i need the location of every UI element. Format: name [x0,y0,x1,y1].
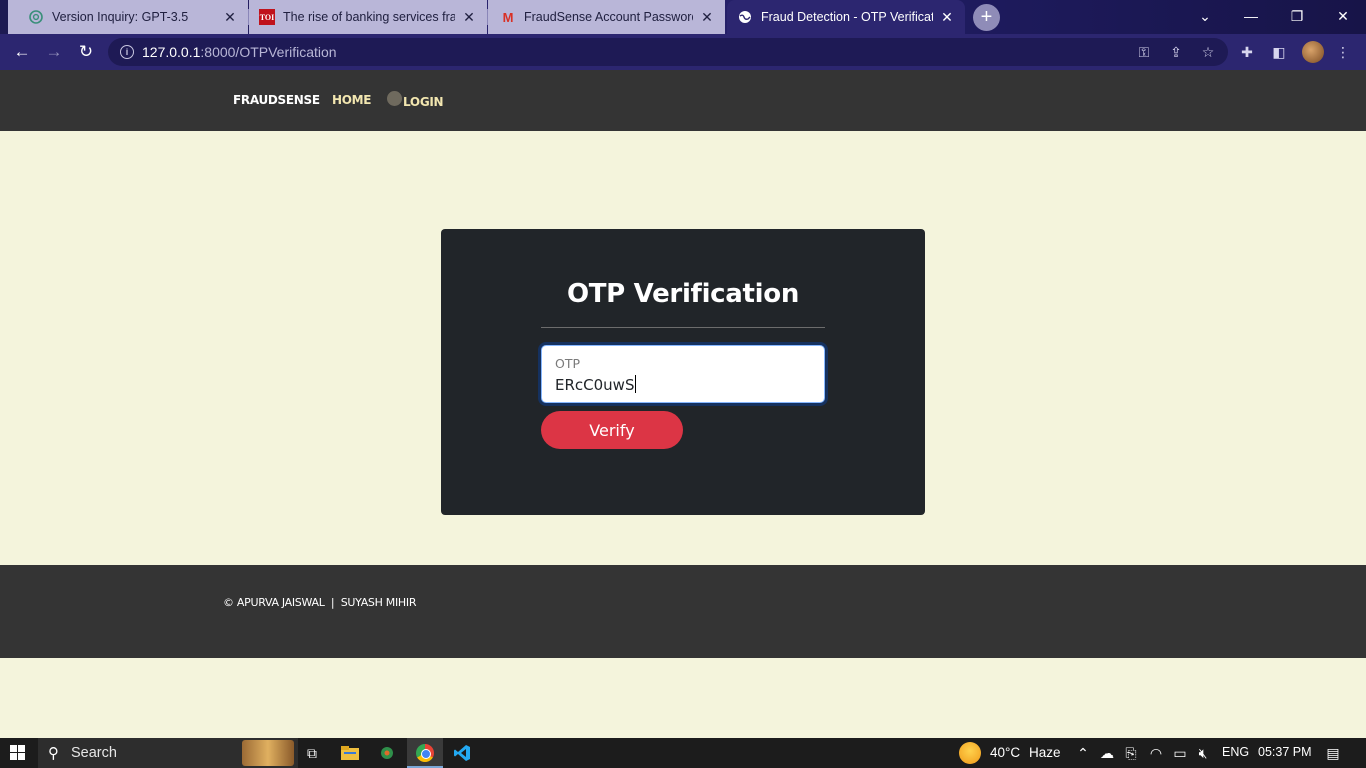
close-tab-icon[interactable]: ✕ [222,9,238,26]
otp-card: OTP Verification OTP ERcC0uwS Verify [441,229,925,515]
battery-icon[interactable]: ▭ [1170,743,1190,763]
chrome-icon[interactable] [415,743,435,763]
site-navbar: FRAUDSENSE HOME LOGIN [0,70,1366,131]
address-bar[interactable]: i 127.0.0.1:8000/OTPVerification [108,38,1228,66]
vscode-icon[interactable] [452,743,472,763]
tab-title: Version Inquiry: GPT-3.5 [52,10,189,24]
windows-start-icon[interactable] [10,745,26,761]
site-footer: © APURVA JAISWAL | SUYASH MIHIR [0,565,1366,658]
weather-desc[interactable]: Haze [1029,745,1061,760]
close-tab-icon[interactable]: ✕ [699,9,715,26]
tab-otp-verification[interactable]: Fraud Detection - OTP Verification ✕ [727,0,965,34]
close-window-icon[interactable]: ✕ [1320,0,1366,32]
key-icon[interactable]: ⚿ [1134,42,1154,62]
file-explorer-icon[interactable] [340,743,360,763]
divider [541,327,825,328]
new-tab-button[interactable]: + [973,4,1000,31]
url-host: 127.0.0.1 [142,44,201,60]
language-indicator[interactable]: ENG [1222,745,1249,759]
volume-muted-icon[interactable]: 🔇︎ [1193,743,1213,763]
verify-button[interactable]: Verify [541,411,683,449]
tab-search-icon[interactable]: ⌄ [1182,0,1228,32]
home-link[interactable]: HOME [332,93,371,107]
tab-version-inquiry[interactable]: Version Inquiry: GPT-3.5 ✕ [8,0,248,34]
login-link[interactable]: LOGIN [403,95,444,109]
task-view-icon[interactable]: ⧉ [302,743,322,763]
reload-icon[interactable]: ↻ [72,38,100,66]
otp-value: ERcC0uwS [555,375,637,394]
tab-title: FraudSense Account Password Reset [524,10,693,24]
search-icon: ⚲ [48,745,59,762]
onedrive-icon[interactable]: ☁ [1097,743,1117,763]
text-caret [635,375,637,393]
bookmark-star-icon[interactable]: ☆ [1198,42,1218,62]
site-info-icon[interactable]: i [120,45,134,59]
gmail-icon: M [502,9,514,25]
clock[interactable]: 05:37 PM [1258,745,1312,759]
toi-icon: TOI [259,9,275,25]
notifications-icon[interactable]: ▤ [1323,743,1343,763]
restore-icon[interactable]: ❐ [1274,0,1320,32]
footer-credits: © APURVA JAISWAL | SUYASH MIHIR [223,596,417,609]
forward-icon[interactable]: → [40,38,68,66]
taskbar: ⚲ Search ⧉ 40°C Haze ⌃ ☁ ⎘ ◠ ▭ 🔇︎ ENG 05… [0,738,1366,768]
close-tab-icon[interactable]: ✕ [939,9,955,26]
browser-toolbar: ← → ↻ i 127.0.0.1:8000/OTPVerification ⚿… [0,34,1366,70]
tab-title: The rise of banking services frauds [283,10,455,24]
meet-now-icon[interactable]: ⎘ [1121,743,1141,763]
minimize-icon[interactable]: — [1228,0,1274,32]
weather-icon[interactable] [959,742,981,764]
otp-input[interactable]: OTP ERcC0uwS [541,345,825,403]
back-icon[interactable]: ← [8,38,36,66]
weather-temp[interactable]: 40°C [990,745,1020,760]
extensions-icon[interactable]: ✚ [1237,42,1257,62]
globe-icon [737,9,753,25]
share-icon[interactable]: ⇪ [1166,42,1186,62]
openai-icon [28,9,44,25]
wifi-icon[interactable]: ◠ [1146,743,1166,763]
tab-title: Fraud Detection - OTP Verification [761,10,933,24]
app-icon[interactable] [377,743,397,763]
close-tab-icon[interactable]: ✕ [461,9,477,26]
url-path: :8000/OTPVerification [200,44,337,60]
page-title: OTP Verification [566,279,800,309]
side-panel-icon[interactable]: ◧ [1269,42,1289,62]
tab-banking-frauds[interactable]: TOI The rise of banking services frauds … [249,0,487,34]
brand-link[interactable]: FRAUDSENSE [233,93,320,107]
login-icon [387,91,402,106]
browser-tab-strip: Version Inquiry: GPT-3.5 ✕ TOI The rise … [0,0,1366,34]
avatar[interactable] [1302,41,1324,63]
otp-text: ERcC0uwS [555,376,635,394]
otp-label: OTP [555,356,581,371]
tab-password-reset[interactable]: M FraudSense Account Password Reset ✕ [488,0,725,34]
search-label: Search [71,745,117,761]
menu-icon[interactable]: ⋮ [1333,42,1353,62]
chevron-up-icon[interactable]: ⌃ [1073,743,1093,763]
search-highlight-image [242,740,294,766]
